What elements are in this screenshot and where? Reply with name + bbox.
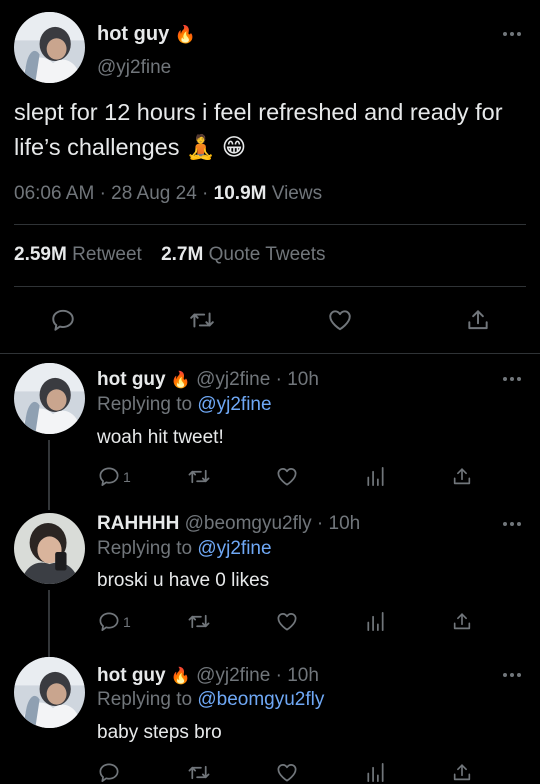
tweet-date: 28 Aug 24 (111, 183, 197, 204)
quotes-label: Quote Tweets (208, 244, 326, 265)
reply-text: broski u have 0 likes (97, 570, 270, 591)
replying-to: Replying to @yj2fine (97, 538, 272, 559)
more-icon[interactable] (503, 521, 521, 527)
reply-header: hot guy 🔥 @yj2fine · 10h (97, 369, 319, 390)
display-name[interactable]: hot guy (97, 23, 169, 45)
views-count: 10.9M (213, 183, 267, 204)
retweet-icon[interactable] (186, 610, 212, 633)
more-icon[interactable] (503, 376, 521, 382)
reply-count: 1 (123, 469, 131, 485)
analytics-icon[interactable] (365, 610, 385, 633)
share-icon[interactable] (451, 761, 473, 784)
retweets-count: 2.59M (14, 244, 67, 265)
retweet-icon[interactable] (186, 761, 212, 784)
reply-time: 10h (287, 665, 319, 686)
reply-icon[interactable] (97, 610, 121, 633)
mention-link[interactable]: @yj2fine (197, 538, 271, 559)
handle[interactable]: @yj2fine (97, 57, 171, 79)
thread-line (48, 440, 50, 510)
mention-link[interactable]: @beomgyu2fly (197, 689, 324, 710)
mention-link[interactable]: @yj2fine (197, 394, 271, 415)
tweet-meta: 06:06 AM · 28 Aug 24 · 10.9M Views (14, 183, 323, 204)
quotes-count: 2.7M (161, 244, 204, 265)
analytics-icon[interactable] (365, 761, 385, 784)
tweet-time: 06:06 AM (14, 183, 95, 204)
more-icon[interactable] (503, 672, 521, 678)
share-icon[interactable] (451, 465, 473, 488)
display-name[interactable]: hot guy (97, 665, 166, 686)
divider (14, 224, 526, 225)
more-icon[interactable] (503, 31, 521, 37)
retweets-label: Retweet (72, 244, 142, 265)
reply-icon[interactable] (97, 761, 121, 784)
thread-line (48, 590, 50, 660)
reply-time: 10h (328, 513, 361, 534)
handle[interactable]: @beomgyu2fly (185, 513, 312, 534)
handle[interactable]: @yj2fine (196, 665, 270, 686)
tweet-text: slept for 12 hours i feel refreshed and … (14, 99, 503, 160)
reply-text: baby steps bro (97, 722, 222, 743)
display-name[interactable]: RAHHHH (97, 513, 179, 534)
retweet-icon[interactable] (187, 307, 217, 333)
retweet-icon[interactable] (186, 465, 212, 488)
fire-emoji: 🔥 (174, 25, 196, 44)
reply-time: 10h (287, 369, 319, 390)
replying-to: Replying to @beomgyu2fly (97, 689, 325, 710)
heart-icon[interactable] (326, 307, 354, 333)
divider (14, 286, 526, 287)
avatar[interactable] (14, 657, 85, 728)
engagement-stats: 2.59M Retweet 2.7M Quote Tweets (14, 244, 326, 266)
avatar[interactable] (14, 363, 85, 434)
views-label: Views (271, 183, 323, 204)
reply-text: woah hit tweet! (97, 427, 224, 448)
analytics-icon[interactable] (365, 465, 385, 488)
handle[interactable]: @yj2fine (196, 369, 270, 390)
divider (0, 353, 540, 354)
reply-count: 1 (123, 614, 131, 630)
fire-emoji: 🔥 (170, 372, 191, 389)
heart-icon[interactable] (275, 465, 299, 488)
display-name[interactable]: hot guy (97, 369, 166, 390)
replying-to: Replying to @yj2fine (97, 394, 272, 415)
retweet-stat[interactable]: 2.59M Retweet (14, 244, 147, 265)
quote-stat[interactable]: 2.7M Quote Tweets (161, 244, 325, 265)
reply-icon[interactable] (97, 465, 121, 488)
avatar[interactable] (14, 513, 85, 584)
fire-emoji: 🔥 (170, 668, 191, 685)
reply-icon[interactable] (49, 307, 77, 333)
share-icon[interactable] (465, 307, 491, 333)
reply-header: RAHHHH @beomgyu2fly · 10h (97, 513, 361, 534)
heart-icon[interactable] (275, 761, 299, 784)
heart-icon[interactable] (275, 610, 299, 633)
share-icon[interactable] (451, 610, 473, 633)
author-name-row: hot guy 🔥 (97, 23, 196, 46)
avatar[interactable] (14, 12, 85, 83)
reply-header: hot guy 🔥 @yj2fine · 10h (97, 665, 319, 686)
